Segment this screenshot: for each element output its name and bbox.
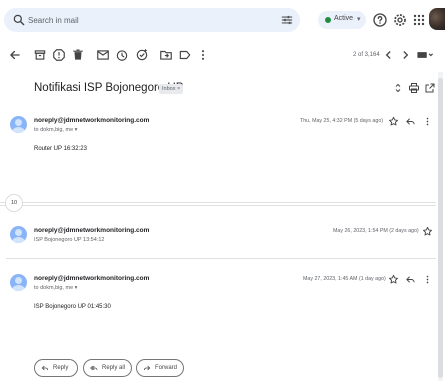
sender-avatar <box>10 226 27 243</box>
reply-label: Reply <box>53 365 69 371</box>
prev-icon[interactable] <box>382 48 396 62</box>
sender-avatar <box>10 274 27 291</box>
apps-icon[interactable] <box>411 12 427 28</box>
more-icon[interactable] <box>196 48 210 62</box>
archive-icon[interactable] <box>33 48 47 62</box>
expand-icon[interactable] <box>392 82 404 94</box>
star-icon[interactable] <box>422 226 433 237</box>
status-label: Active <box>334 15 354 22</box>
inbox-label-chip[interactable]: Inbox × <box>159 84 184 94</box>
reply-icon[interactable] <box>405 274 416 285</box>
move-to-icon[interactable] <box>159 48 173 62</box>
message-divider <box>6 258 436 259</box>
more-vert-icon[interactable] <box>422 274 433 285</box>
top-bar: Active ▾ <box>0 0 445 40</box>
message-snippet: ISP Bojonegoro UP 13:54:12 <box>34 237 105 243</box>
next-icon[interactable] <box>398 48 412 62</box>
delete-icon[interactable] <box>71 48 85 62</box>
star-icon[interactable] <box>388 116 399 127</box>
message-date: Thu, May 25, 4:32 PM (5 days ago) <box>300 118 384 124</box>
message-body: ISP Bojonegoro UP 01:45:30 <box>34 304 111 310</box>
settings-icon[interactable] <box>392 12 408 28</box>
message-body: Router UP 16:32:23 <box>34 146 87 152</box>
add-task-icon[interactable] <box>135 48 149 62</box>
recipients-line[interactable]: to dokm,big, me ▾ <box>34 285 77 291</box>
label-icon[interactable] <box>178 48 192 62</box>
help-icon[interactable] <box>372 12 388 28</box>
snooze-icon[interactable] <box>115 48 129 62</box>
pagination-label: 2 of 3,164 <box>353 52 380 58</box>
sender-email[interactable]: noreply@jdmnetworkmonitoring.com <box>34 117 149 124</box>
collapsed-messages-count[interactable]: 10 <box>5 194 23 212</box>
mark-unread-icon[interactable] <box>96 48 110 62</box>
message-date: May 26, 2023, 1:54 PM (2 days ago) <box>333 228 419 234</box>
reply-button[interactable]: Reply <box>34 359 78 377</box>
account-avatar[interactable] <box>429 8 445 30</box>
search-bar[interactable] <box>4 8 300 32</box>
star-icon[interactable] <box>388 274 399 285</box>
scrollbar[interactable] <box>438 72 443 381</box>
print-icon[interactable] <box>408 82 420 94</box>
forward-icon <box>143 365 151 371</box>
status-chip[interactable]: Active ▾ <box>318 11 366 29</box>
sender-email[interactable]: noreply@jdmnetworkmonitoring.com <box>34 275 149 282</box>
tune-icon[interactable] <box>280 13 294 27</box>
reply-all-button[interactable]: Reply all <box>83 359 132 377</box>
more-vert-icon[interactable] <box>422 116 433 127</box>
recipients-line[interactable]: to dokm,big, me ▾ <box>34 127 77 133</box>
chevron-down-icon: ▾ <box>357 16 361 23</box>
sender-avatar <box>10 116 27 133</box>
active-dot-icon <box>325 17 331 23</box>
message-toolbar: 2 of 3,164 <box>0 44 445 68</box>
forward-label: Forward <box>155 365 178 371</box>
reply-all-icon <box>90 365 98 371</box>
forward-button[interactable]: Forward <box>136 359 184 377</box>
sender-email: noreply@jdmnetworkmonitoring.com <box>34 227 150 234</box>
collapsed-divider <box>0 205 436 206</box>
scrollbar-thumb[interactable] <box>438 78 443 378</box>
input-tools-icon[interactable] <box>416 48 434 62</box>
search-icon[interactable] <box>12 13 26 27</box>
open-new-window-icon[interactable] <box>424 82 436 94</box>
search-input[interactable] <box>28 12 268 28</box>
reply-icon <box>41 365 49 371</box>
reply-icon[interactable] <box>405 116 416 127</box>
back-icon[interactable] <box>8 48 22 62</box>
message-date: May 27, 2023, 1:45 AM (1 day ago) <box>303 276 386 282</box>
report-spam-icon[interactable] <box>52 48 66 62</box>
collapsed-divider <box>0 202 436 203</box>
reply-all-label: Reply all <box>102 365 126 371</box>
